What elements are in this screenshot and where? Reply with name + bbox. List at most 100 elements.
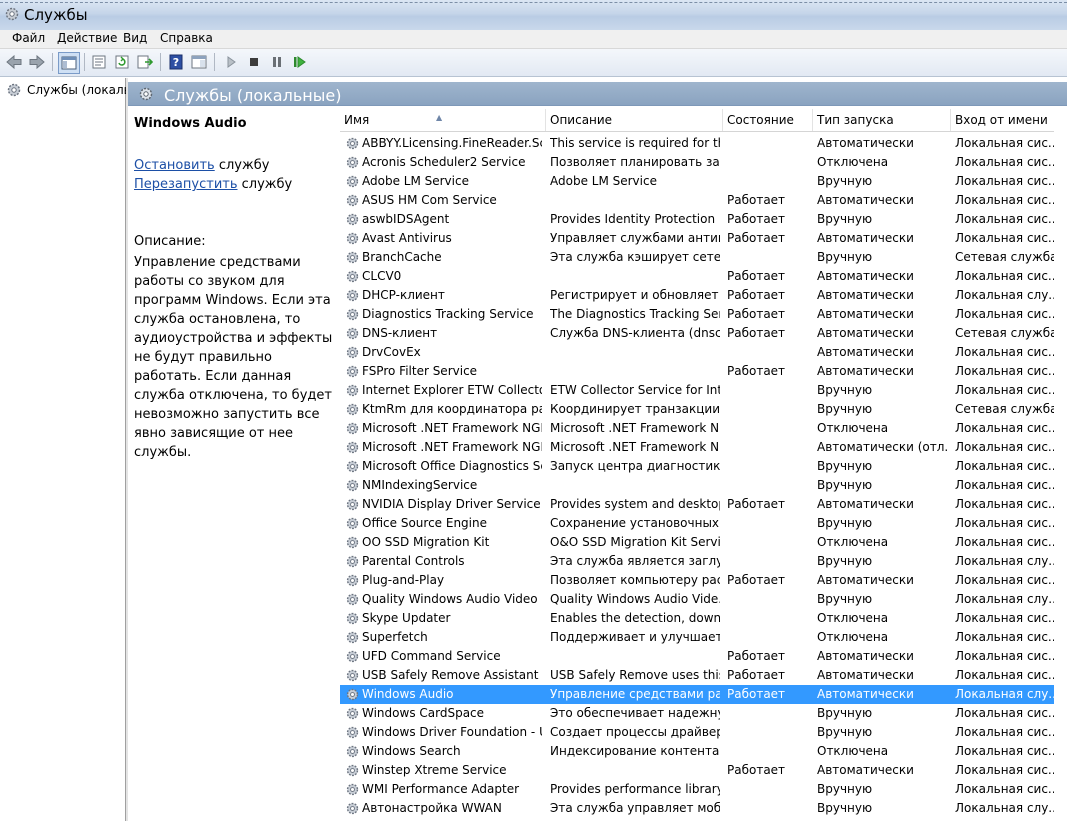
service-row[interactable]: Plug-and-Play Позволяет компьютеру рас...… [340, 571, 1054, 590]
service-name: DHCP-клиент [362, 288, 445, 302]
forward-icon[interactable] [28, 53, 46, 71]
toolbar-separator [84, 53, 85, 71]
properties-icon[interactable] [90, 53, 108, 71]
service-description: Позволяет компьютеру рас... [550, 573, 720, 587]
refresh-icon[interactable] [113, 53, 131, 71]
stop-service-icon[interactable] [245, 53, 263, 71]
menu-action[interactable]: Действие [55, 31, 119, 45]
service-gear-icon [346, 251, 359, 264]
service-row[interactable]: WMI Performance Adapter Provides performa… [340, 780, 1054, 799]
service-row[interactable]: UFD Command Service Работает Автоматически… [340, 647, 1054, 666]
start-service-icon[interactable] [222, 53, 240, 71]
service-row[interactable]: Skype Updater Enables the detection, down… [340, 609, 1054, 628]
title-bar-border [0, 2, 1067, 3]
restart-service-icon[interactable] [291, 53, 309, 71]
service-logon: Локальная сис... [955, 668, 1054, 682]
service-logon: Локальная сис... [955, 611, 1054, 625]
service-gear-icon [346, 403, 359, 416]
service-description: Это обеспечивает надежну... [550, 706, 720, 720]
service-row[interactable]: Adobe LM Service Adobe LM Service Вручную Л… [340, 172, 1054, 191]
window-title: Службы [24, 6, 88, 24]
service-row[interactable]: Avast Antivirus Управляет службами антив.… [340, 229, 1054, 248]
service-row[interactable]: FSPro Filter Service Работает Автоматическ… [340, 362, 1054, 381]
service-logon: Локальная сис... [955, 763, 1054, 777]
service-row[interactable]: ABBYY.Licensing.FineReader.Scr... This se… [340, 134, 1054, 153]
service-description: Сохранение установочных ... [550, 516, 720, 530]
column-header-label: Тип запуска [817, 113, 894, 127]
column-header-startup-type[interactable]: Тип запуска [813, 109, 951, 131]
selected-service-name: Windows Audio [134, 116, 247, 131]
service-logon: Локальная сис... [955, 725, 1054, 739]
service-row[interactable]: Quality Windows Audio Video E... Quality … [340, 590, 1054, 609]
service-row[interactable]: Winstep Xtreme Service Работает Автоматиче… [340, 761, 1054, 780]
service-gear-icon [346, 175, 359, 188]
column-header-name[interactable]: Имя ▲ [340, 109, 546, 131]
service-description: Adobe LM Service [550, 174, 657, 188]
help-icon[interactable]: ? [167, 53, 185, 71]
service-row[interactable]: Автонастройка WWAN Эта служба управляет м… [340, 799, 1054, 818]
column-header-status[interactable]: Состояние [723, 109, 813, 131]
service-row[interactable]: Internet Explorer ETW Collector ... ETW C… [340, 381, 1054, 400]
service-row[interactable]: OO SSD Migration Kit O&O SSD Migration Ki… [340, 533, 1054, 552]
service-name: Parental Controls [362, 554, 465, 568]
service-row[interactable]: Diagnostics Tracking Service The Diagnost… [340, 305, 1054, 324]
column-header-log-on-as[interactable]: Вход от имени [951, 109, 1054, 131]
service-row[interactable]: Office Source Engine Сохранение установоч… [340, 514, 1054, 533]
stop-service-link[interactable]: Остановить [134, 158, 215, 173]
service-startup-type: Отключена [817, 421, 889, 435]
service-row[interactable]: aswbIDSAgent Provides Identity Protection… [340, 210, 1054, 229]
service-row[interactable]: Superfetch Поддерживает и улучшает ... Отк… [340, 628, 1054, 647]
menu-file[interactable]: Файл [10, 31, 47, 45]
service-logon: Локальная сис... [955, 535, 1054, 549]
service-logon: Локальная сис... [955, 478, 1054, 492]
service-row[interactable]: CLCV0 Работает Автоматически Локальная сис.… [340, 267, 1054, 286]
column-header-description[interactable]: Описание [546, 109, 723, 131]
toolbar-separator [160, 53, 161, 71]
service-startup-type: Отключена [817, 155, 889, 169]
export-list-icon[interactable] [136, 53, 154, 71]
pause-service-icon[interactable] [268, 53, 286, 71]
service-gear-icon [346, 650, 359, 663]
toolbar: ? [0, 49, 1067, 77]
back-icon[interactable] [5, 53, 23, 71]
service-name: KtmRm для координатора рас... [362, 402, 542, 416]
column-header-label: Имя [344, 113, 370, 127]
service-row[interactable]: DNS-клиент Служба DNS-клиента (dnsca... Ра… [340, 324, 1054, 343]
service-status: Работает [727, 649, 786, 663]
service-row[interactable]: Microsoft Office Diagnostics Ser... Запус… [340, 457, 1054, 476]
service-gear-icon [346, 365, 359, 378]
service-row[interactable]: Windows Audio Управление средствами раб..… [340, 685, 1054, 704]
stop-service-suffix: службу [214, 158, 270, 173]
service-row[interactable]: Parental Controls Эта служба является заг… [340, 552, 1054, 571]
service-row[interactable]: Microsoft .NET Framework NGE... Microsoft… [340, 438, 1054, 457]
service-description: Enables the detection, downl... [550, 611, 720, 625]
service-name: Windows Audio [362, 687, 454, 701]
service-row[interactable]: Windows Driver Foundation - U... Создает … [340, 723, 1054, 742]
show-hide-tree-icon[interactable] [58, 52, 80, 74]
restart-service-action: Перезапустить службу [134, 177, 292, 192]
service-row[interactable]: USB Safely Remove Assistant USB Safely Re… [340, 666, 1054, 685]
menu-view[interactable]: Вид [121, 31, 149, 45]
service-row[interactable]: DHCP-клиент Регистрирует и обновляет I...… [340, 286, 1054, 305]
service-status: Работает [727, 193, 786, 207]
service-row[interactable]: BranchCache Эта служба кэширует сетев... В… [340, 248, 1054, 267]
service-gear-icon [346, 593, 359, 606]
service-row[interactable]: Windows CardSpace Это обеспечивает надежн… [340, 704, 1054, 723]
service-row[interactable]: NMIndexingService Вручную Локальная сис... [340, 476, 1054, 495]
tree-node-services-local[interactable]: Службы (локалы [6, 82, 133, 98]
service-row[interactable]: DrvCovEx Автоматически Локальная сис... [340, 343, 1054, 362]
service-row[interactable]: Microsoft .NET Framework NGE... Microsoft… [340, 419, 1054, 438]
service-logon: Локальная сис... [955, 706, 1054, 720]
service-row[interactable]: Acronis Scheduler2 Service Позволяет план… [340, 153, 1054, 172]
service-row[interactable]: NVIDIA Display Driver Service Provides sy… [340, 495, 1054, 514]
service-row[interactable]: KtmRm для координатора рас... Координируе… [340, 400, 1054, 419]
service-row[interactable]: Windows Search Индексирование контента, .… [340, 742, 1054, 761]
service-status: Работает [727, 288, 786, 302]
menu-help[interactable]: Справка [158, 31, 215, 45]
service-logon: Локальная слу... [955, 592, 1054, 606]
restart-service-link[interactable]: Перезапустить [134, 177, 238, 192]
service-row[interactable]: ASUS HM Com Service Работает Автоматически… [340, 191, 1054, 210]
service-gear-icon [346, 498, 359, 511]
service-logon: Локальная сис... [955, 307, 1054, 321]
toggle-view-icon[interactable] [190, 53, 208, 71]
